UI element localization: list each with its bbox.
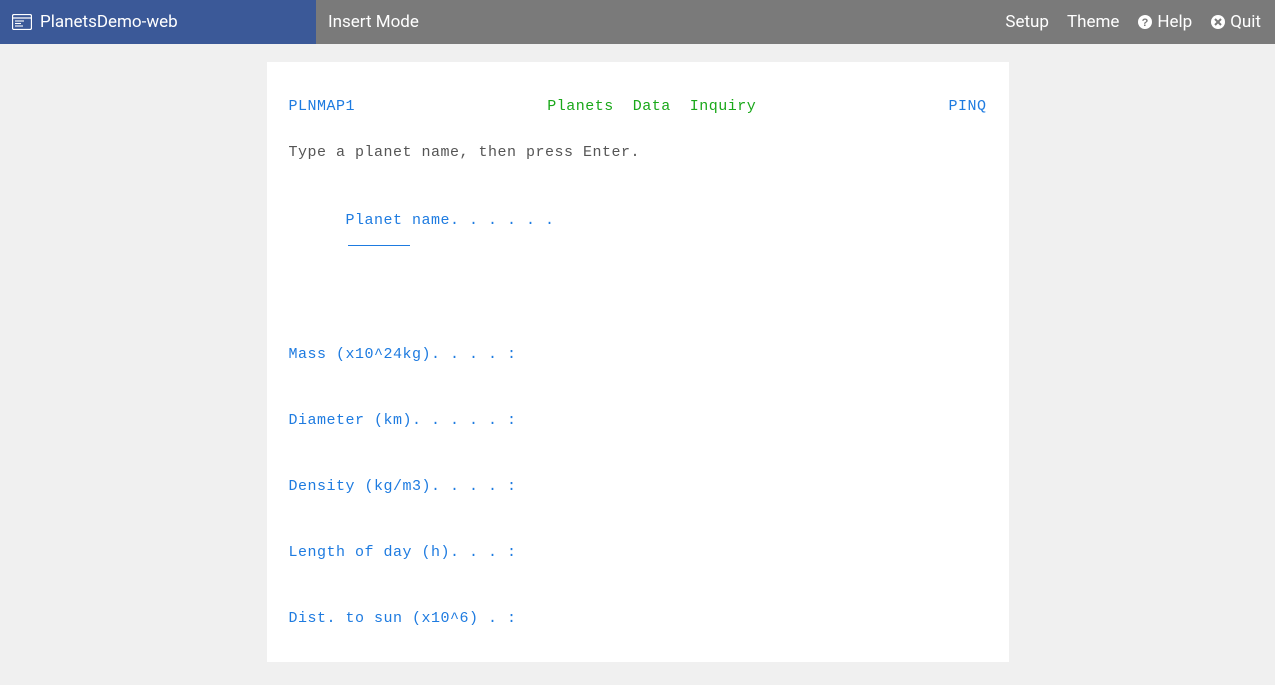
terminal-icon [12, 14, 32, 30]
field-dist-sun: Dist. to sun (x10^6) . : [289, 608, 987, 630]
terminal-header: PLNMAP1 Planets Data Inquiry PINQ [289, 96, 987, 118]
nav-help[interactable]: ? Help [1137, 12, 1192, 32]
brand-title: PlanetsDemo-web [40, 12, 178, 32]
field-density: Density (kg/m3). . . . : [289, 476, 987, 498]
planet-name-input[interactable] [348, 232, 410, 246]
output-fields: Mass (x10^24kg). . . . : Diameter (km). … [289, 300, 987, 662]
screen-code-right: PINQ [948, 96, 986, 118]
planet-name-row: Planet name. . . . . . [289, 188, 987, 276]
field-mass: Mass (x10^24kg). . . . : [289, 344, 987, 366]
nav-theme-label: Theme [1067, 12, 1119, 32]
planet-name-label: Planet name. . . . . . [346, 212, 555, 229]
nav-quit-label: Quit [1230, 12, 1261, 32]
instruction-text: Type a planet name, then press Enter. [289, 142, 987, 164]
nav-setup[interactable]: Setup [1005, 12, 1049, 32]
nav-quit[interactable]: Quit [1210, 12, 1261, 32]
field-day-length: Length of day (h). . . : [289, 542, 987, 564]
close-icon [1210, 14, 1226, 30]
mode-label: Insert Mode [328, 12, 419, 32]
nav: Setup Theme ? Help [1005, 12, 1261, 32]
brand-block: PlanetsDemo-web [0, 0, 316, 44]
screen-title: Planets Data Inquiry [547, 96, 756, 118]
field-diameter: Diameter (km). . . . . : [289, 410, 987, 432]
nav-theme[interactable]: Theme [1067, 12, 1119, 32]
help-icon: ? [1137, 14, 1153, 30]
nav-help-label: Help [1157, 12, 1192, 32]
nav-setup-label: Setup [1005, 12, 1049, 32]
terminal-panel: PLNMAP1 Planets Data Inquiry PINQ Type a… [267, 62, 1009, 662]
header-right: Insert Mode Setup Theme ? Help [316, 0, 1275, 44]
screen-code-left: PLNMAP1 [289, 96, 356, 118]
app-header: PlanetsDemo-web Insert Mode Setup Theme … [0, 0, 1275, 44]
content-area: PLNMAP1 Planets Data Inquiry PINQ Type a… [0, 44, 1275, 662]
svg-text:?: ? [1142, 17, 1149, 29]
